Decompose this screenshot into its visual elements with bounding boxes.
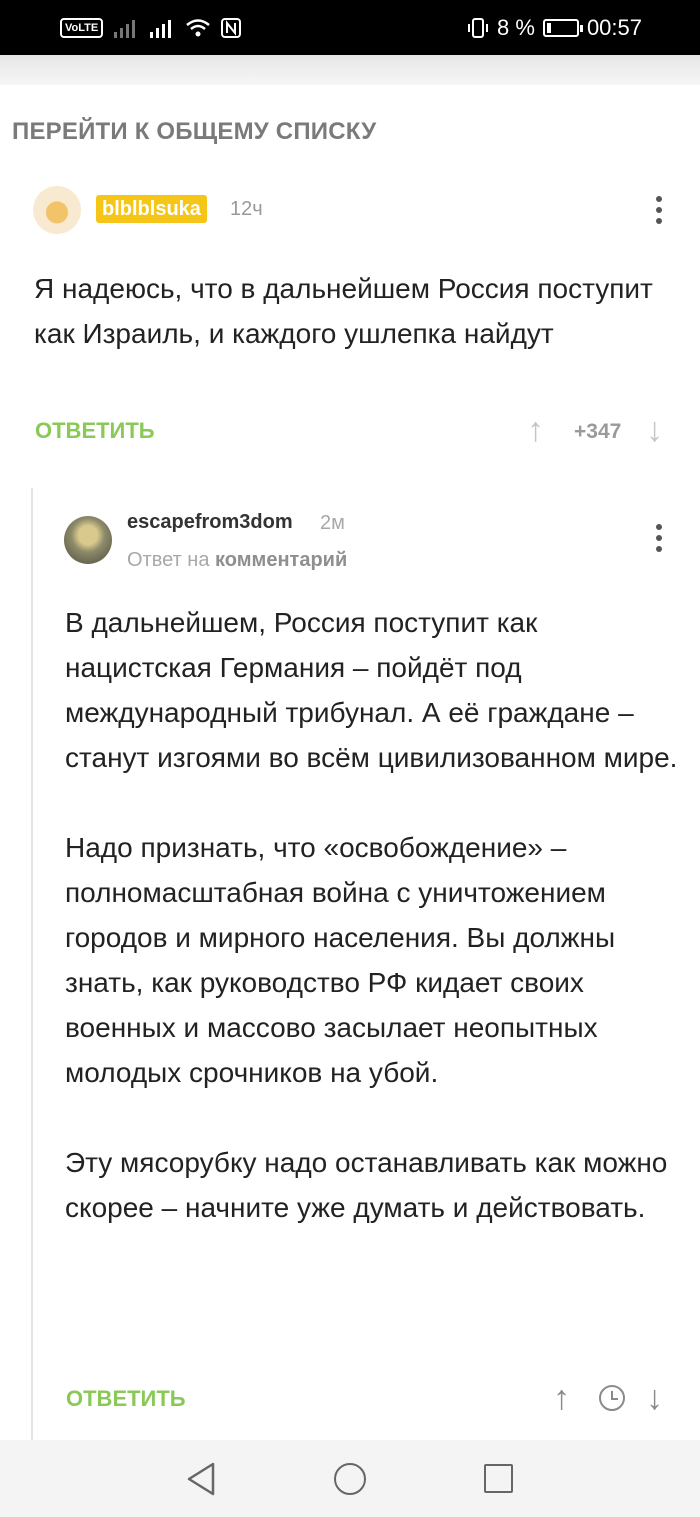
- author-name[interactable]: blblblsuka: [96, 195, 207, 223]
- more-vert-icon[interactable]: [655, 524, 663, 552]
- reply-to-link[interactable]: комментарий: [215, 549, 347, 571]
- comment-paragraph: В дальнейшем, Россия поступит как нацист…: [65, 607, 678, 773]
- clock-time: 00:57: [586, 15, 642, 40]
- arrow-down-icon[interactable]: ↓: [646, 413, 663, 447]
- comment-time: 2м: [320, 512, 345, 534]
- comment-paragraph: Надо признать, что «освобождение» – полн…: [65, 832, 616, 1088]
- battery-icon: [542, 19, 583, 37]
- thread-line: [31, 488, 33, 1443]
- reply-to-line: Ответ на комментарий: [127, 549, 347, 572]
- comment-text: В дальнейшем, Россия поступит как нацист…: [65, 600, 685, 1230]
- comment-paragraph: Эту мясорубку надо останавливать как мож…: [65, 1147, 668, 1223]
- nav-home-icon[interactable]: [334, 1463, 366, 1495]
- signal-icon-2: [150, 20, 172, 38]
- nav-back-icon[interactable]: [186, 1462, 216, 1496]
- wifi-icon: [186, 19, 210, 37]
- comment-text: Я надеюсь, что в дальнейшем Россия посту…: [34, 273, 653, 349]
- back-to-list-link[interactable]: ПЕРЕЙТИ К ОБЩЕМУ СПИСКУ: [12, 118, 376, 146]
- arrow-up-icon[interactable]: ↑: [553, 1381, 570, 1415]
- avatar[interactable]: [64, 516, 112, 564]
- vibrate-icon: [468, 18, 489, 38]
- reply-button[interactable]: ОТВЕТИТЬ: [66, 1386, 186, 1412]
- system-nav-bar: [0, 1440, 700, 1517]
- reply-to-prefix: Ответ на: [127, 549, 210, 571]
- nfc-icon: [221, 18, 242, 38]
- avatar[interactable]: [33, 186, 81, 234]
- status-bar: VoLTE 8 % 00:57: [0, 0, 700, 55]
- battery-percent: 8 %: [497, 15, 535, 40]
- status-left: VoLTE: [60, 14, 242, 42]
- comment-score: +347: [574, 420, 622, 443]
- signal-icon: [114, 20, 136, 38]
- arrow-up-icon[interactable]: ↑: [527, 413, 544, 447]
- author-name[interactable]: escapefrom3dom: [127, 511, 293, 534]
- nav-recent-icon[interactable]: [484, 1464, 513, 1493]
- comment-time: 12ч: [230, 198, 263, 220]
- arrow-down-icon[interactable]: ↓: [646, 1381, 663, 1415]
- status-right: 8 % 00:57: [467, 14, 642, 42]
- more-vert-icon[interactable]: [655, 196, 663, 224]
- volte-badge: VoLTE: [60, 18, 104, 38]
- clock-icon[interactable]: [599, 1385, 625, 1411]
- top-shade: [0, 55, 700, 85]
- reply-button[interactable]: ОТВЕТИТЬ: [35, 418, 155, 444]
